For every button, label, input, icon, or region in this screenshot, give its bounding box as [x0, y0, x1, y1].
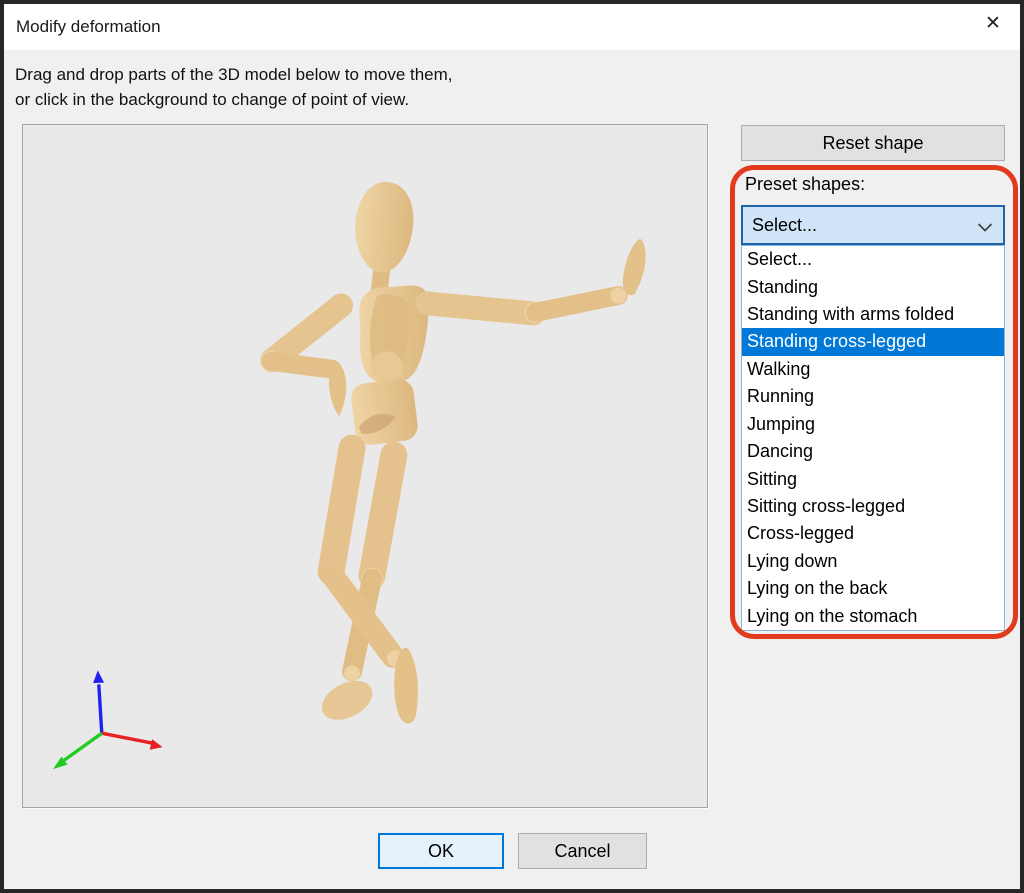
preset-option[interactable]: Standing — [742, 273, 1004, 300]
preset-option[interactable]: Lying on the back — [742, 575, 1004, 602]
reset-shape-button[interactable]: Reset shape — [741, 125, 1005, 161]
ok-button-label: OK — [428, 841, 454, 862]
preset-shapes-label: Preset shapes: — [745, 174, 865, 195]
preset-option[interactable]: Running — [742, 383, 1004, 410]
preset-option[interactable]: Sitting cross-legged — [742, 493, 1004, 520]
preset-option[interactable]: Cross-legged — [742, 520, 1004, 547]
instructions-line-2: or click in the background to change of … — [15, 87, 453, 112]
viewport-scene — [23, 125, 707, 807]
axis-triad-icon — [53, 670, 163, 769]
instructions-line-1: Drag and drop parts of the 3D model belo… — [15, 62, 453, 87]
preset-option[interactable]: Walking — [742, 356, 1004, 383]
preset-options-list: Select...StandingStanding with arms fold… — [741, 245, 1005, 631]
reset-shape-label: Reset shape — [822, 133, 923, 154]
preset-option[interactable]: Lying on the stomach — [742, 602, 1004, 629]
cancel-button[interactable]: Cancel — [518, 833, 647, 869]
combobox-value: Select... — [752, 215, 817, 236]
preset-option[interactable]: Sitting — [742, 465, 1004, 492]
close-button[interactable]: ✕ — [976, 6, 1010, 40]
preset-option[interactable]: Dancing — [742, 438, 1004, 465]
ok-button[interactable]: OK — [378, 833, 504, 869]
preset-option[interactable]: Lying down — [742, 548, 1004, 575]
window-title: Modify deformation — [4, 17, 161, 37]
instructions-text: Drag and drop parts of the 3D model belo… — [15, 62, 453, 112]
preset-option[interactable]: Jumping — [742, 411, 1004, 438]
title-bar: Modify deformation — [4, 4, 1020, 50]
viewport-canvas[interactable] — [22, 124, 708, 808]
cancel-button-label: Cancel — [554, 841, 610, 862]
preset-option[interactable]: Standing cross-legged — [742, 328, 1004, 355]
mannequin-figure[interactable] — [260, 179, 645, 727]
preset-option[interactable]: Standing with arms folded — [742, 301, 1004, 328]
preset-combobox[interactable]: Select... — [741, 205, 1005, 245]
chevron-down-icon — [977, 223, 993, 232]
close-icon: ✕ — [985, 14, 1001, 33]
preset-option[interactable]: Select... — [742, 246, 1004, 273]
modify-deformation-dialog: Modify deformation ✕ Drag and drop parts… — [0, 0, 1024, 893]
